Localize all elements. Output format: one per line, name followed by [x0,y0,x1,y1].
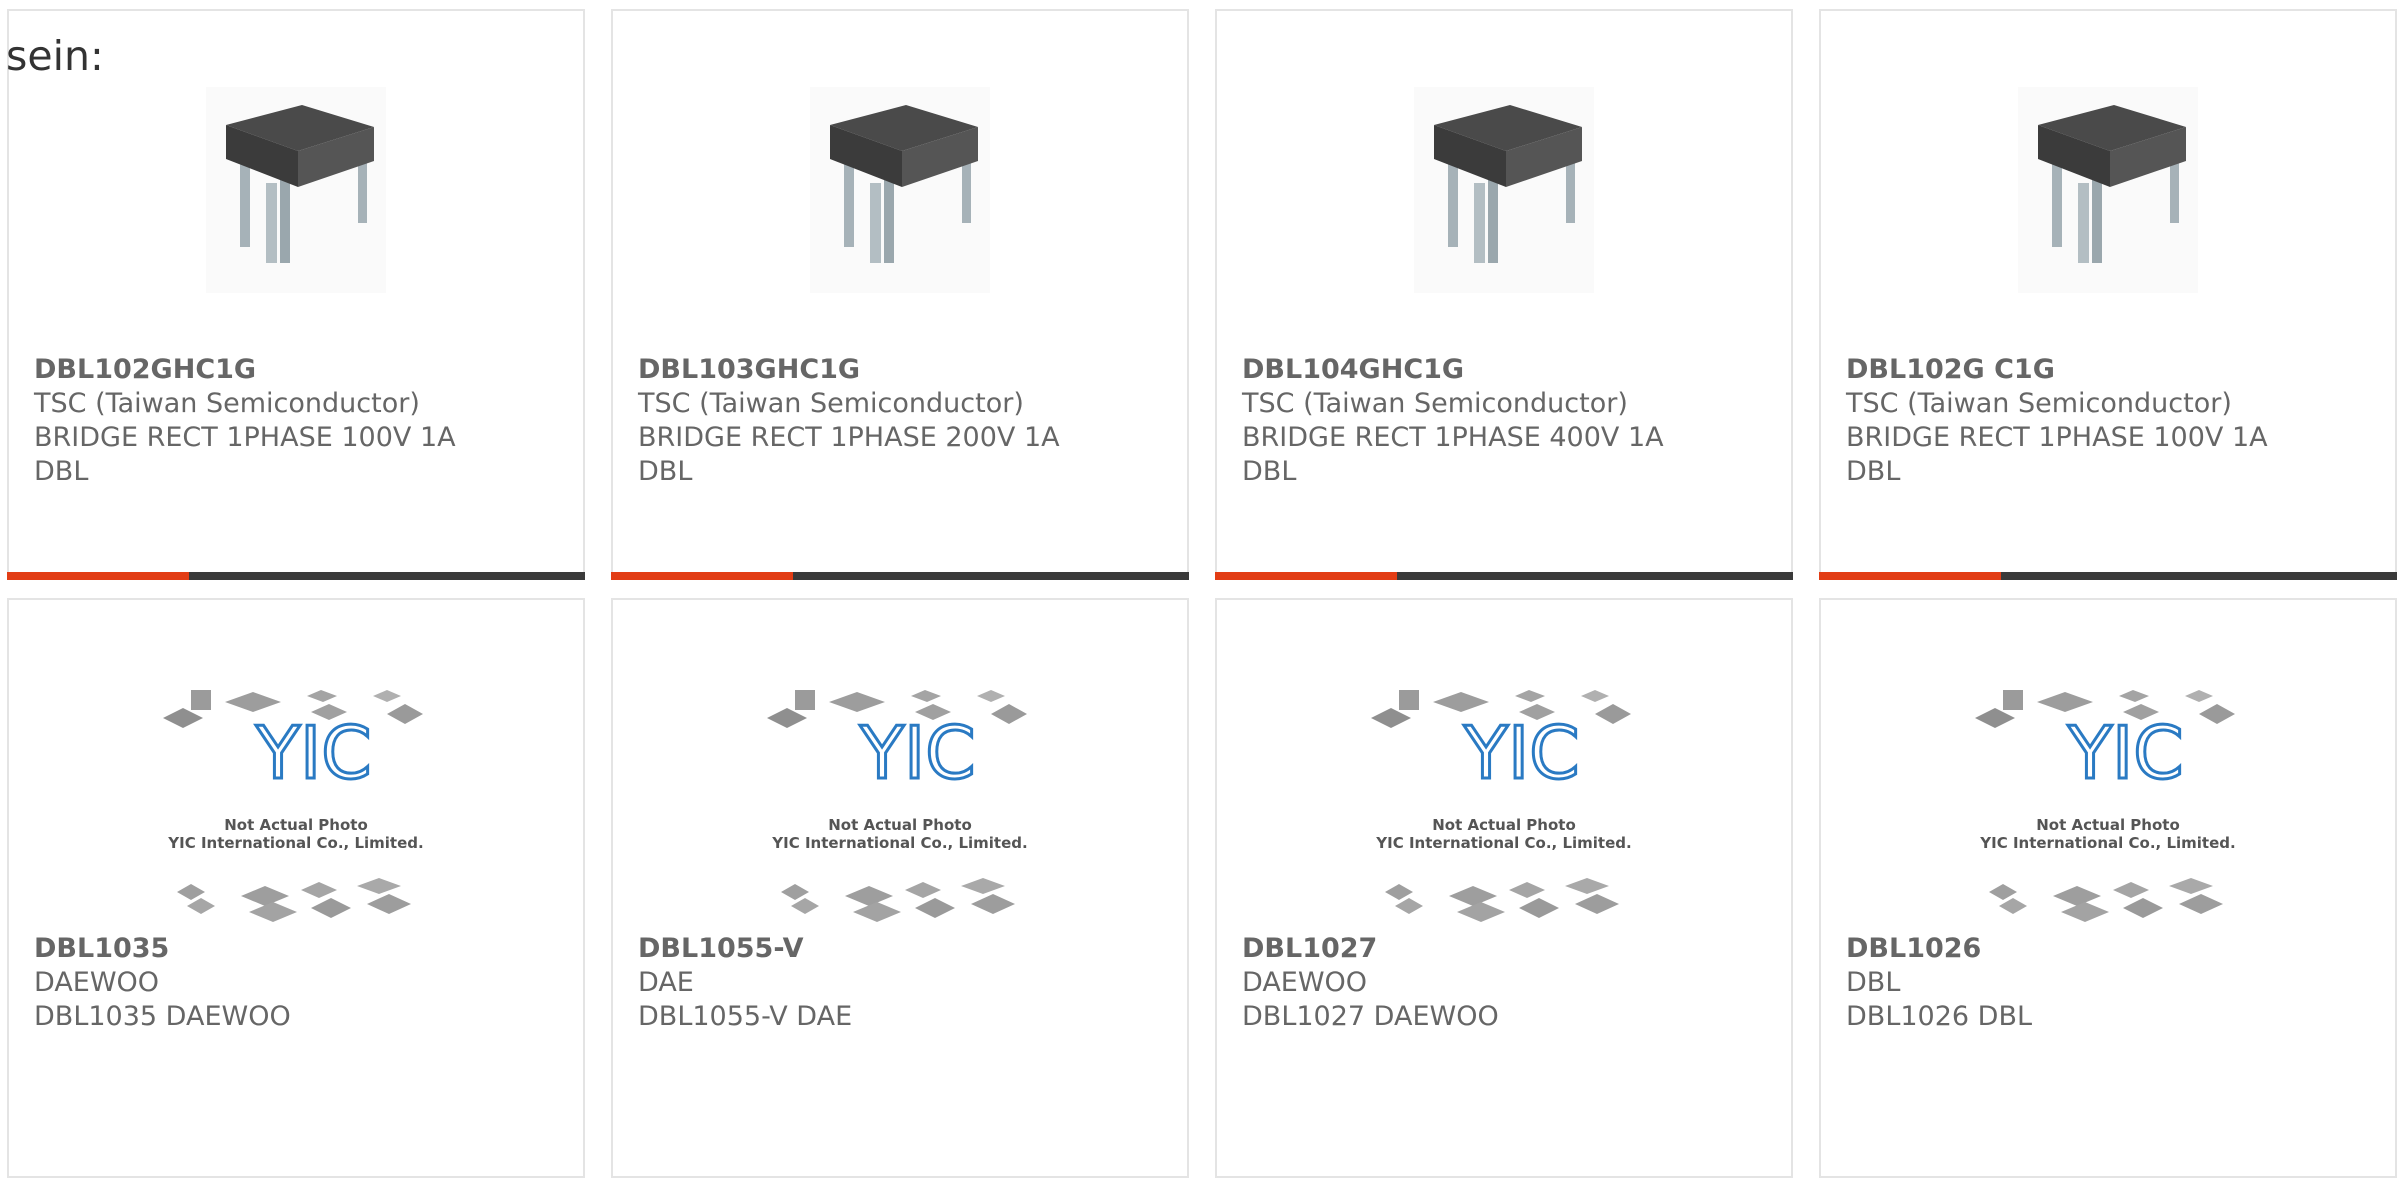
product-card[interactable]: YIC Not Actual Photo YIC International C… [611,598,1189,1178]
part-number[interactable]: DBL103GHC1G [638,353,1167,387]
product-info: DBL102GHC1G TSC (Taiwan Semiconductor) B… [34,353,563,489]
manufacturer: TSC (Taiwan Semiconductor) [1846,388,2232,419]
package: DBL [638,456,693,487]
part-number[interactable]: DBL1026 [1846,932,2375,966]
placeholder-line1: Not Actual Photo [1432,816,1576,834]
description: DBL1035 DAEWOO [34,1001,291,1032]
description: BRIDGE RECT 1PHASE 100V 1A [1846,422,2268,453]
card-bottom-bar [7,572,585,580]
product-card[interactable]: DBL102G C1G TSC (Taiwan Semiconductor) B… [1819,9,2397,580]
placeholder-line2: YIC International Co., Limited. [1375,834,1631,852]
product-info: DBL1026 DBL DBL1026 DBL [1846,932,2375,1034]
svg-text:YIC: YIC [859,711,976,795]
manufacturer: DBL [1846,967,1901,998]
part-number[interactable]: DBL1027 [1242,932,1771,966]
placeholder-image[interactable]: YIC Not Actual Photo YIC International C… [1821,688,2395,928]
card-bottom-bar [611,572,1189,580]
part-number[interactable]: DBL102G C1G [1846,353,2375,387]
card-bottom-bar [1819,572,2397,580]
placeholder-line2: YIC International Co., Limited. [1979,834,2235,852]
manufacturer: DAEWOO [34,967,160,998]
part-number[interactable]: DBL1035 [34,932,563,966]
product-card[interactable]: DBL102GHC1G TSC (Taiwan Semiconductor) B… [7,9,585,580]
placeholder-line1: Not Actual Photo [2036,816,2180,834]
card-accent-bar [1819,572,2001,580]
product-info: DBL104GHC1G TSC (Taiwan Semiconductor) B… [1242,353,1771,489]
placeholder-line2: YIC International Co., Limited. [167,834,423,852]
placeholder-line1: Not Actual Photo [828,816,972,834]
product-image[interactable] [9,87,583,293]
card-accent-bar [1215,572,1397,580]
description: BRIDGE RECT 1PHASE 400V 1A [1242,422,1664,453]
product-info: DBL102G C1G TSC (Taiwan Semiconductor) B… [1846,353,2375,489]
product-card[interactable]: YIC Not Actual Photo YIC International C… [1819,598,2397,1178]
product-card[interactable]: YIC Not Actual Photo YIC International C… [1215,598,1793,1178]
placeholder-image[interactable]: YIC Not Actual Photo YIC International C… [1217,688,1791,928]
part-number[interactable]: DBL1055-V [638,932,1167,966]
placeholder-image[interactable]: YIC Not Actual Photo YIC International C… [613,688,1187,928]
product-info: DBL1027 DAEWOO DBL1027 DAEWOO [1242,932,1771,1034]
manufacturer: TSC (Taiwan Semiconductor) [1242,388,1628,419]
package: DBL [1846,456,1901,487]
product-image[interactable] [613,87,1187,293]
description: DBL1055-V DAE [638,1001,853,1032]
manufacturer: TSC (Taiwan Semiconductor) [638,388,1024,419]
product-card[interactable]: DBL103GHC1G TSC (Taiwan Semiconductor) B… [611,9,1189,580]
product-info: DBL1055-V DAE DBL1055-V DAE [638,932,1167,1034]
description: BRIDGE RECT 1PHASE 200V 1A [638,422,1060,453]
description: BRIDGE RECT 1PHASE 100V 1A [34,422,456,453]
description: DBL1026 DBL [1846,1001,2033,1032]
manufacturer: DAEWOO [1242,967,1368,998]
placeholder-image[interactable]: YIC Not Actual Photo YIC International C… [9,688,583,928]
placeholder-line2: YIC International Co., Limited. [771,834,1027,852]
manufacturer: TSC (Taiwan Semiconductor) [34,388,420,419]
package: DBL [34,456,89,487]
product-info: DBL1035 DAEWOO DBL1035 DAEWOO [34,932,563,1034]
card-bottom-bar [1215,572,1793,580]
description: DBL1027 DAEWOO [1242,1001,1499,1032]
svg-text:YIC: YIC [255,711,372,795]
manufacturer: DAE [638,967,694,998]
svg-text:YIC: YIC [2067,711,2184,795]
product-info: DBL103GHC1G TSC (Taiwan Semiconductor) B… [638,353,1167,489]
placeholder-line1: Not Actual Photo [224,816,368,834]
product-card[interactable]: YIC Not Actual Photo YIC International C… [7,598,585,1178]
part-number[interactable]: DBL102GHC1G [34,353,563,387]
package: DBL [1242,456,1297,487]
card-accent-bar [611,572,793,580]
part-number[interactable]: DBL104GHC1G [1242,353,1771,387]
card-accent-bar [7,572,189,580]
intro-text: sein: [6,32,104,80]
product-card[interactable]: DBL104GHC1G TSC (Taiwan Semiconductor) B… [1215,9,1793,580]
product-image[interactable] [1217,87,1791,293]
svg-text:YIC: YIC [1463,711,1580,795]
product-image[interactable] [1821,87,2395,293]
